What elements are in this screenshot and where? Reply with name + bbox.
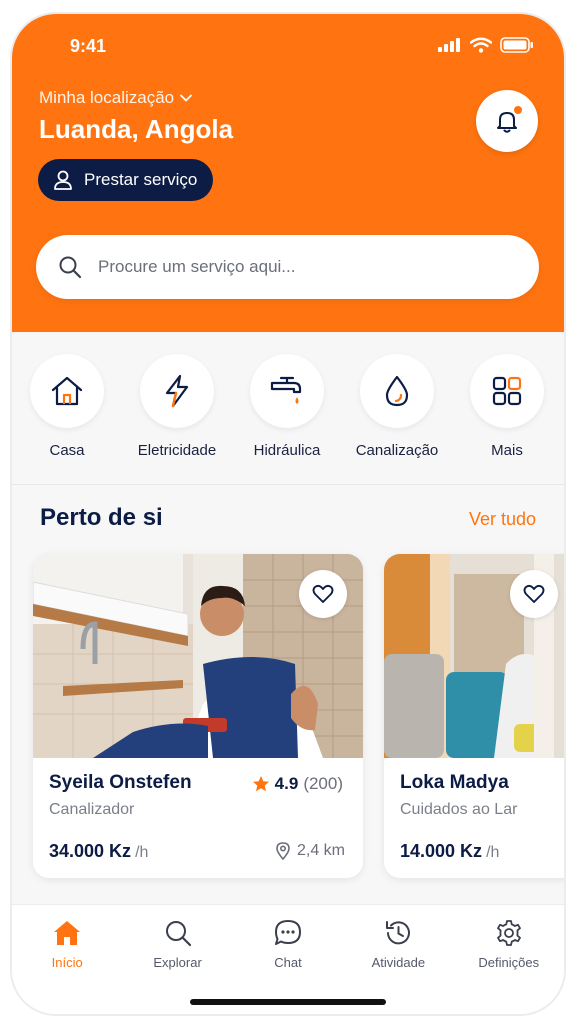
settings-icon [496,920,521,946]
category-label: Casa [49,442,85,459]
star-icon [252,776,269,792]
status-bar: 9:41 [12,14,564,74]
provider-card[interactable]: Syeila Onstefen 4.9 (200) Canalizador 34… [33,554,363,878]
price-value: 14.000 Kz [400,841,483,861]
favorite-button[interactable] [510,570,558,618]
nav-explore[interactable]: Explorar [122,905,232,1014]
category-casa[interactable]: Casa [12,354,122,459]
chat-icon [274,920,301,945]
heart-icon [523,584,545,603]
search-icon [59,256,82,279]
category-icon-button[interactable] [140,354,214,428]
category-label: Mais [491,442,523,459]
provider-role: Canalizador [49,801,135,818]
search-bar[interactable] [36,235,539,299]
wifi-icon [470,37,492,53]
distance-value: 2,4 km [296,842,345,859]
category-icon-button[interactable] [470,354,544,428]
search-icon [165,921,191,947]
nav-label: Atividade [371,955,426,970]
category-eletricidade[interactable]: Eletricidade [122,354,232,459]
nav-home[interactable]: Início [12,905,122,1014]
heart-icon [312,584,334,603]
rating-count: (200) [303,774,343,793]
faucet-icon [270,376,302,404]
provider-card[interactable]: Loka Madya Cuidados ao Lar 14.000 Kz/h [384,554,564,878]
provider-distance: 2,4 km [275,842,345,860]
bottom-nav: Início Explorar Chat Atividade Definiçõe… [12,904,564,1014]
location-pin-icon [276,842,290,860]
provider-name: Loka Madya [400,772,509,793]
water-drop-icon [385,375,409,407]
notification-dot [514,106,522,114]
house-icon [51,376,83,406]
battery-icon [500,37,533,53]
provide-service-label: Prestar serviço [84,170,198,189]
nav-settings[interactable]: Definições [454,905,564,1014]
category-icon-button[interactable] [360,354,434,428]
location-label: Minha localização [39,88,175,107]
provider-role: Cuidados ao Lar [400,801,518,818]
header: 9:41 Minha localização Luanda, Angola Pr… [12,14,564,332]
signal-icon [438,38,460,52]
favorite-button[interactable] [299,570,347,618]
category-canalizacao[interactable]: Canalização [342,354,452,459]
user-icon [54,170,72,190]
chevron-down-icon [180,94,193,102]
category-label: Eletricidade [137,442,217,459]
location-selector[interactable]: Minha localização [39,88,193,108]
nearby-title: Perto de si [40,504,163,531]
rating-value: 4.9 [274,774,299,793]
category-icon-button[interactable] [250,354,324,428]
lightning-icon [165,374,189,408]
provider-price: 14.000 Kz/h [400,841,499,862]
phone-screen: 9:41 Minha localização Luanda, Angola Pr… [12,14,564,1014]
category-list: Casa Eletricidade Hidráulica Canalização… [12,354,564,459]
provider-rating: 4.9 (200) [252,774,343,794]
provide-service-button[interactable]: Prestar serviço [38,159,214,201]
nav-label: Início [51,955,83,970]
category-mais[interactable]: Mais [452,354,562,459]
home-icon [54,921,81,945]
search-input[interactable] [98,257,478,277]
nav-chat[interactable]: Chat [233,905,343,1014]
status-time: 9:41 [70,36,107,56]
price-value: 34.000 Kz [49,841,132,861]
nav-label: Definições [478,955,540,970]
home-indicator [190,999,386,1005]
price-unit: /h [135,844,149,861]
see-all-link[interactable]: Ver tudo [469,509,536,530]
price-unit: /h [486,844,500,861]
category-icon-button[interactable] [30,354,104,428]
status-icons [438,37,534,53]
nav-label: Explorar [153,955,202,970]
notifications-button[interactable] [476,90,538,152]
section-divider [12,484,564,485]
history-icon [386,921,411,945]
nav-activity[interactable]: Atividade [343,905,453,1014]
nav-label: Chat [274,955,302,970]
provider-name: Syeila Onstefen [49,772,192,793]
location-value: Luanda, Angola [39,114,234,144]
category-label: Canalização [355,442,439,459]
category-hidraulica[interactable]: Hidráulica [232,354,342,459]
grid-icon [492,376,522,406]
provider-price: 34.000 Kz/h [49,841,148,862]
category-label: Hidráulica [253,442,321,459]
